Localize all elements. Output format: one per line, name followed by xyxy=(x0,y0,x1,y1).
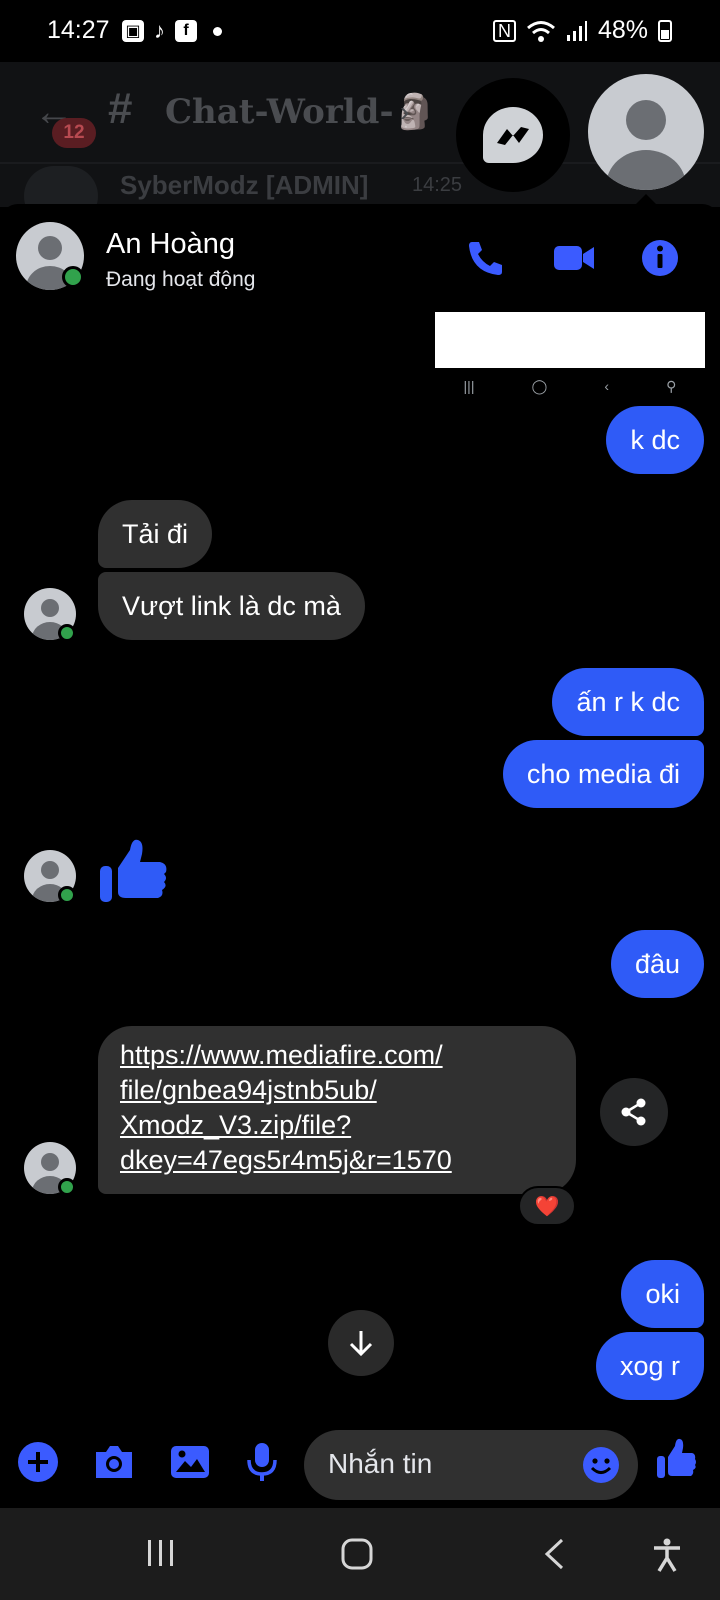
message-incoming-link[interactable]: https://www.mediafire.com/ file/gnbea94j… xyxy=(98,1026,576,1194)
channel-hash-icon: # xyxy=(108,84,133,133)
unread-badge: 12 xyxy=(52,118,96,148)
message-outgoing[interactable]: ấn r k dc xyxy=(552,668,704,736)
link-text-line[interactable]: file/gnbea94jstnb5ub/ xyxy=(120,1073,554,1108)
mini-back-icon: ‹ xyxy=(604,378,610,394)
message-time: 14:25 xyxy=(412,174,463,196)
link-text-line[interactable]: dkey=47egs5r4m5j&r=1570 xyxy=(120,1143,554,1178)
nfc-icon: N xyxy=(492,19,516,42)
online-indicator xyxy=(58,624,76,642)
contact-status: Đang hoạt động xyxy=(106,268,256,291)
recent-apps-icon[interactable] xyxy=(146,1538,176,1568)
contact-chat-head[interactable] xyxy=(588,74,704,190)
battery-icon xyxy=(658,19,672,42)
bubble-caret xyxy=(636,194,656,204)
link-text-line[interactable]: https://www.mediafire.com/ xyxy=(120,1038,554,1073)
signal-icon xyxy=(566,20,587,41)
thumbs-up-like-icon[interactable] xyxy=(98,834,168,904)
microphone-icon[interactable] xyxy=(240,1440,284,1484)
scroll-to-bottom-button[interactable] xyxy=(328,1310,394,1376)
mini-home-icon: ◯ xyxy=(531,377,548,394)
arrow-down-icon xyxy=(349,1331,373,1357)
person-icon xyxy=(606,100,686,190)
phone-call-icon[interactable] xyxy=(464,238,508,278)
video-call-icon[interactable] xyxy=(552,238,596,278)
mini-nav-bar: ||| ◯ ‹ ⚲ xyxy=(435,376,705,396)
message-incoming[interactable]: Tải đi xyxy=(98,500,213,568)
back-icon[interactable] xyxy=(542,1538,566,1570)
home-icon[interactable] xyxy=(340,1538,374,1570)
share-button[interactable] xyxy=(600,1078,668,1146)
camera-icon[interactable] xyxy=(92,1440,136,1484)
status-bar: 14:27 ▣ ♪ f N 48% xyxy=(0,0,720,62)
accessibility-icon[interactable] xyxy=(652,1538,682,1572)
contact-name[interactable]: An Hoàng xyxy=(106,228,235,261)
messenger-chat-head[interactable] xyxy=(456,78,570,192)
message-outgoing[interactable]: cho media đi xyxy=(502,740,704,808)
wifi-icon xyxy=(526,20,555,42)
message-outgoing[interactable]: xog r xyxy=(595,1332,704,1400)
message-incoming[interactable]: Vượt link là dc mà xyxy=(98,572,365,640)
info-icon[interactable] xyxy=(640,238,684,278)
status-time: 14:27 xyxy=(47,16,110,44)
message-outgoing[interactable]: đâu xyxy=(610,930,704,998)
gallery-icon: ▣ xyxy=(122,20,144,42)
heart-icon: ❤️ xyxy=(534,1195,560,1218)
tiktok-icon: ♪ xyxy=(154,18,165,43)
online-indicator xyxy=(58,886,76,904)
channel-name: Chat-World-🗿 xyxy=(165,92,436,132)
message-author: SyberModz [ADMIN] xyxy=(120,170,369,200)
message-outgoing[interactable]: k dc xyxy=(606,406,704,474)
mini-accessibility-icon: ⚲ xyxy=(666,377,677,394)
thumbs-up-send-icon[interactable] xyxy=(656,1436,696,1480)
share-icon xyxy=(621,1098,646,1126)
online-indicator xyxy=(58,1178,76,1196)
plus-icon[interactable] xyxy=(16,1440,60,1484)
chevron-right-icon: › xyxy=(400,96,410,127)
overlay-blank-area xyxy=(435,312,705,368)
messenger-icon xyxy=(483,107,543,163)
facebook-icon: f xyxy=(175,20,197,42)
message-input-placeholder[interactable]: Nhắn tin xyxy=(328,1448,432,1480)
battery-percent: 48% xyxy=(597,16,648,44)
heart-reaction-badge[interactable]: ❤️ xyxy=(518,1186,576,1226)
message-outgoing[interactable]: oki xyxy=(621,1260,704,1328)
mini-recent-apps-icon: ||| xyxy=(463,378,475,394)
online-indicator xyxy=(62,266,84,288)
link-text-line[interactable]: Xmodz_V3.zip/file? xyxy=(120,1108,554,1143)
image-gallery-icon[interactable] xyxy=(168,1440,212,1484)
dot-icon xyxy=(213,26,222,36)
emoji-icon[interactable] xyxy=(582,1446,620,1484)
